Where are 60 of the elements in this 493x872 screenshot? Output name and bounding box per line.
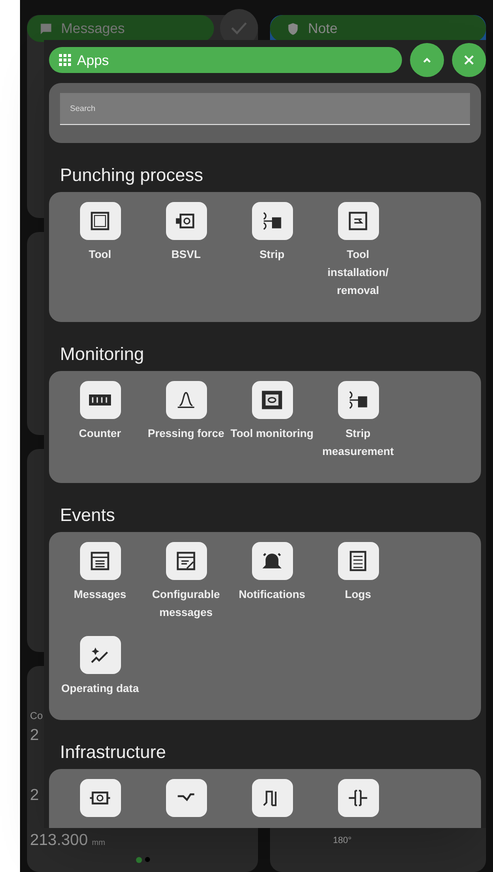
- tile-title: Note: [308, 19, 338, 38]
- table-icon: [89, 550, 111, 572]
- app-label: Tool: [88, 248, 112, 263]
- app-button[interactable]: [80, 381, 120, 419]
- app-button[interactable]: [166, 779, 206, 817]
- app-label: Configurable messages: [151, 588, 221, 621]
- app-button[interactable]: [252, 779, 292, 817]
- close-icon: [464, 55, 474, 65]
- app-label: Tool monitoring: [230, 427, 314, 442]
- app-label: Notifications: [238, 588, 306, 603]
- fragment-text: Co: [30, 710, 43, 724]
- app-button[interactable]: [80, 202, 120, 240]
- app-button[interactable]: [338, 381, 378, 419]
- section-title: Monitoring: [59, 343, 146, 366]
- app-label: Messages: [72, 588, 128, 603]
- section-title: Punching process: [59, 164, 204, 187]
- app-label: Strip: [258, 248, 286, 263]
- strip-icon: [261, 210, 283, 232]
- frame-icon: [89, 210, 111, 232]
- strip-icon: [347, 389, 369, 411]
- app-button[interactable]: [80, 542, 120, 580]
- bracket-icon: [347, 787, 369, 809]
- app-label: Logs: [344, 588, 372, 603]
- section-title: Events: [59, 504, 116, 527]
- app-label: Counter: [78, 427, 122, 442]
- app-label: Operating data: [60, 682, 140, 697]
- app-button[interactable]: [338, 542, 378, 580]
- fragment-text: 2: [30, 787, 39, 805]
- grid-icon: [59, 54, 71, 66]
- app-button[interactable]: [166, 381, 206, 419]
- app-button[interactable]: [252, 542, 292, 580]
- caret-up-icon: [422, 56, 432, 64]
- app-label: Strip measurement: [321, 427, 395, 460]
- eye-frame-icon: [261, 389, 283, 411]
- list-icon: [347, 550, 369, 572]
- bell-curve-icon: [175, 389, 197, 411]
- app-button[interactable]: [80, 779, 120, 817]
- close-button[interactable]: [452, 43, 486, 77]
- app-button[interactable]: [252, 381, 292, 419]
- section-title: Infrastructure: [59, 741, 168, 764]
- app-label: Pressing force: [146, 427, 226, 442]
- collapse-button[interactable]: [410, 43, 444, 77]
- chat-icon: [39, 22, 53, 36]
- reading-unit: mm: [92, 837, 106, 849]
- table-edit-icon: [175, 550, 197, 572]
- apps-title: Apps: [77, 50, 109, 70]
- reading-value: 180°: [333, 834, 352, 847]
- app-button[interactable]: [252, 202, 292, 240]
- shield-icon: [286, 22, 300, 36]
- app-button[interactable]: [338, 202, 378, 240]
- app-label: BSVL: [170, 248, 202, 263]
- reading-value: 213.300: [30, 831, 88, 851]
- app-button[interactable]: [166, 202, 206, 240]
- tile-title: Messages: [61, 19, 125, 38]
- app-button[interactable]: [80, 636, 120, 674]
- app-button[interactable]: [338, 779, 378, 817]
- app-button[interactable]: [166, 542, 206, 580]
- fragment-text: 2: [30, 727, 39, 745]
- search-field[interactable]: Search: [60, 93, 470, 125]
- app-label: Tool installation/ removal: [326, 248, 390, 299]
